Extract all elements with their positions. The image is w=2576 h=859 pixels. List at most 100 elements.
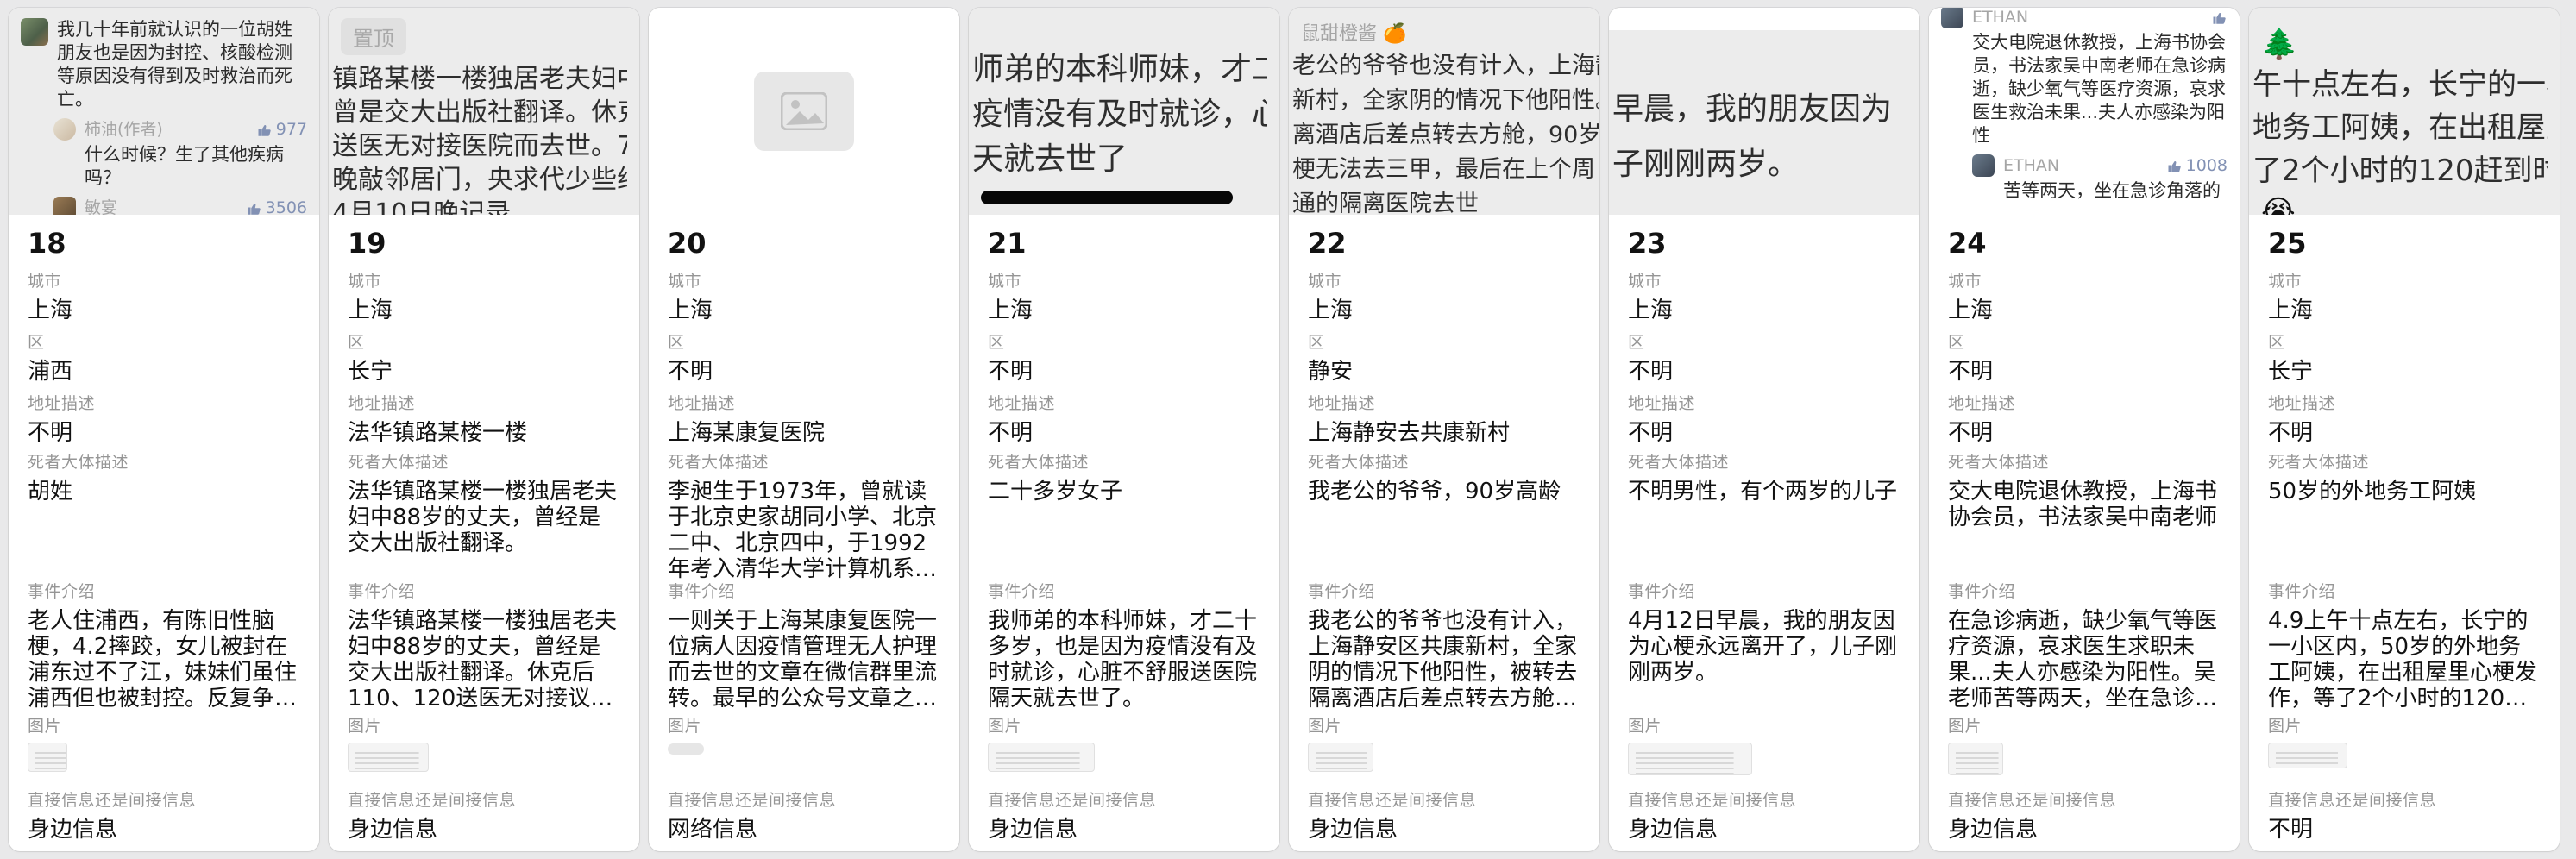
direct-value: 身边信息 (988, 817, 1260, 843)
record-card-25[interactable]: 🌲 午十点左右，长宁的一小 地务工阿姨，在出租屋里 了2个小时的120赶到时 😭… (2249, 8, 2560, 851)
thumbs-up-icon (247, 201, 262, 216)
record-number: 25 (2268, 227, 2541, 268)
address-value: 不明 (28, 420, 300, 447)
field-label-deceased: 死者大体描述 (668, 449, 940, 473)
post-text-line: 通的隔离医院去世 (1292, 187, 1587, 215)
field-label-district: 区 (1628, 329, 1901, 353)
record-number: 24 (1948, 227, 2221, 268)
like-count[interactable]: 3506 (247, 197, 307, 215)
post-text-line: 4月10日晚记录。 (332, 197, 627, 215)
post-text-line: 师弟的本科师妹，才二 (972, 47, 1267, 92)
field-label-district: 区 (28, 329, 300, 353)
post-text-line: 镇路某楼一楼独居老夫妇中 (332, 62, 627, 96)
field-label-direct: 直接信息还是间接信息 (1948, 787, 2221, 811)
city-value: 上海 (668, 298, 940, 324)
image-thumbnail[interactable] (348, 743, 429, 772)
record-number: 21 (988, 227, 1260, 268)
deceased-value: 不明男性，有个两岁的儿子 (1628, 479, 1901, 505)
address-value: 上海静安去共康新村 (1308, 420, 1580, 447)
district-value: 浦西 (28, 359, 300, 386)
reply-author: 柿油(作者) (85, 118, 163, 141)
field-label-district: 区 (348, 329, 620, 353)
post-text: 交大电院退休教授，上海书协会员，书法家吴中南老师在急诊病逝，缺少氧气等医疗资源，… (1972, 31, 2227, 147)
field-label-deceased: 死者大体描述 (348, 449, 620, 473)
attachment-preview[interactable]: 🌲 午十点左右，长宁的一小 地务工阿姨，在出租屋里 了2个小时的120赶到时 😭 (2249, 8, 2560, 215)
post-text-line: 早晨，我的朋友因为 (1612, 82, 1907, 137)
record-card-22[interactable]: 鼠甜橙酱 🍊 老公的爷爷也没有计入，上海静 新村，全家阴的情况下他阳性。 离酒店… (1289, 8, 1599, 851)
thumbs-up-icon (2212, 10, 2227, 26)
thumbs-up-icon (2167, 159, 2183, 174)
attachment-preview[interactable]: 置顶 镇路某楼一楼独居老夫妇中 曾是交大出版社翻译。休克 送医无对接医院而去世。… (329, 8, 639, 215)
event-value: 我师弟的本科师妹，才二十多岁，也是因为疫情没有及时就诊，心脏不舒服送医院隔天就去… (988, 608, 1260, 712)
image-thumbnail[interactable] (1628, 743, 1752, 775)
deceased-value: 我老公的爷爷，90岁高龄 (1308, 479, 1580, 505)
image-thumbnail[interactable] (988, 743, 1095, 772)
image-thumbnail[interactable] (28, 743, 67, 772)
field-label-deceased: 死者大体描述 (1628, 449, 1901, 473)
post-text-line: 疫情没有及时就诊，心 (972, 92, 1267, 137)
field-label-address: 地址描述 (1948, 391, 2221, 414)
image-loading-placeholder (668, 743, 704, 755)
attachment-preview[interactable]: ETHAN 交大电院退休教授，上海书协会员，书法家吴中南老师在急诊病逝，缺少氧气… (1929, 8, 2240, 215)
record-card-24[interactable]: ETHAN 交大电院退休教授，上海书协会员，书法家吴中南老师在急诊病逝，缺少氧气… (1929, 8, 2240, 851)
record-card-20[interactable]: 20 城市上海 区不明 地址描述上海某康复医院 死者大体描述李昶生于1973年，… (649, 8, 959, 851)
reply-text: 苦等两天，坐在急诊角落的椅子上，打吊瓶、吸氧气（被封控的子女设法送去的，杯水车薪… (2003, 179, 2227, 203)
reply-author: ETHAN (2003, 154, 2059, 178)
record-card-19[interactable]: 置顶 镇路某楼一楼独居老夫妇中 曾是交大出版社翻译。休克 送医无对接医院而去世。… (329, 8, 639, 851)
address-value: 不明 (2268, 420, 2541, 447)
event-value: 4月12日早晨，我的朋友因为心梗永远离开了，儿子刚刚两岁。 (1628, 608, 1901, 686)
post-text-line: 晚敲邻居门，央求代少些纸 (332, 163, 627, 197)
redaction-bar (981, 191, 1233, 204)
record-card-18[interactable]: 我几十年前就认识的一位胡姓朋友也是因为封控、核酸检测等原因没有得到及时救治而死亡… (9, 8, 319, 851)
field-label-city: 城市 (2268, 268, 2541, 292)
record-card-23[interactable]: 早晨，我的朋友因为 子刚刚两岁。 23 城市上海 区不明 地址描述不明 死者大体… (1609, 8, 1919, 851)
image-thumbnail[interactable] (1308, 743, 1373, 772)
field-label-image: 图片 (1628, 713, 1901, 737)
image-thumbnail[interactable] (1948, 743, 2003, 775)
district-value: 不明 (1948, 359, 2221, 386)
field-label-district: 区 (988, 329, 1260, 353)
direct-value: 不明 (2268, 817, 2541, 843)
image-thumbnail[interactable] (2268, 743, 2347, 768)
avatar (1941, 8, 1963, 28)
attachment-preview[interactable]: 早晨，我的朋友因为 子刚刚两岁。 (1609, 8, 1919, 215)
post-text: 我几十年前就认识的一位胡姓朋友也是因为封控、核酸检测等原因没有得到及时救治而死亡… (57, 18, 307, 111)
like-count[interactable]: 977 (257, 118, 307, 141)
field-label-image: 图片 (2268, 713, 2541, 737)
post-author: ETHAN (1972, 8, 2028, 29)
field-label-direct: 直接信息还是间接信息 (2268, 787, 2541, 811)
thumbs-up-icon (257, 122, 273, 138)
record-card-21[interactable]: 师弟的本科师妹，才二 疫情没有及时就诊，心 天就去世了 21 城市上海 区不明 … (969, 8, 1279, 851)
like-count[interactable]: 1008 (2167, 154, 2227, 178)
post-text-line: 曾是交大出版社翻译。休克 (332, 96, 627, 129)
attachment-preview[interactable]: 我几十年前就认识的一位胡姓朋友也是因为封控、核酸检测等原因没有得到及时救治而死亡… (9, 8, 319, 215)
field-label-image: 图片 (668, 713, 940, 737)
field-label-event: 事件介绍 (668, 579, 940, 602)
attachment-preview[interactable]: 鼠甜橙酱 🍊 老公的爷爷也没有计入，上海静 新村，全家阴的情况下他阳性。 离酒店… (1289, 8, 1599, 215)
field-label-deceased: 死者大体描述 (28, 449, 300, 473)
field-label-event: 事件介绍 (1628, 579, 1901, 602)
post-text-line: 午十点左右，长宁的一小 (2252, 63, 2548, 106)
post-text-line: 梗无法去三甲，最后在上个周日 (1292, 153, 1587, 187)
city-value: 上海 (1628, 298, 1901, 324)
field-label-event: 事件介绍 (1308, 579, 1580, 602)
field-label-district: 区 (1308, 329, 1580, 353)
gallery-board: 我几十年前就认识的一位胡姓朋友也是因为封控、核酸检测等原因没有得到及时救治而死亡… (0, 0, 2576, 859)
direct-value: 身边信息 (1308, 817, 1580, 843)
district-value: 长宁 (2268, 359, 2541, 386)
city-value: 上海 (1308, 298, 1580, 324)
field-label-direct: 直接信息还是间接信息 (28, 787, 300, 811)
city-value: 上海 (28, 298, 300, 324)
avatar (53, 118, 76, 141)
post-text-line: 地务工阿姨，在出租屋里 (2252, 106, 2548, 149)
post-text-line: 天就去世了 (972, 137, 1267, 182)
avatar (1972, 154, 1995, 177)
field-label-direct: 直接信息还是间接信息 (1628, 787, 1901, 811)
reply-text: 什么时候？生了其他疾病吗？ (85, 143, 307, 190)
field-label-district: 区 (2268, 329, 2541, 353)
like-count[interactable] (2212, 10, 2227, 26)
deceased-value: 50岁的外地务工阿姨 (2268, 479, 2541, 505)
attachment-preview[interactable]: 师弟的本科师妹，才二 疫情没有及时就诊，心 天就去世了 (969, 8, 1279, 215)
attachment-preview[interactable] (649, 8, 959, 215)
address-value: 不明 (988, 420, 1260, 447)
